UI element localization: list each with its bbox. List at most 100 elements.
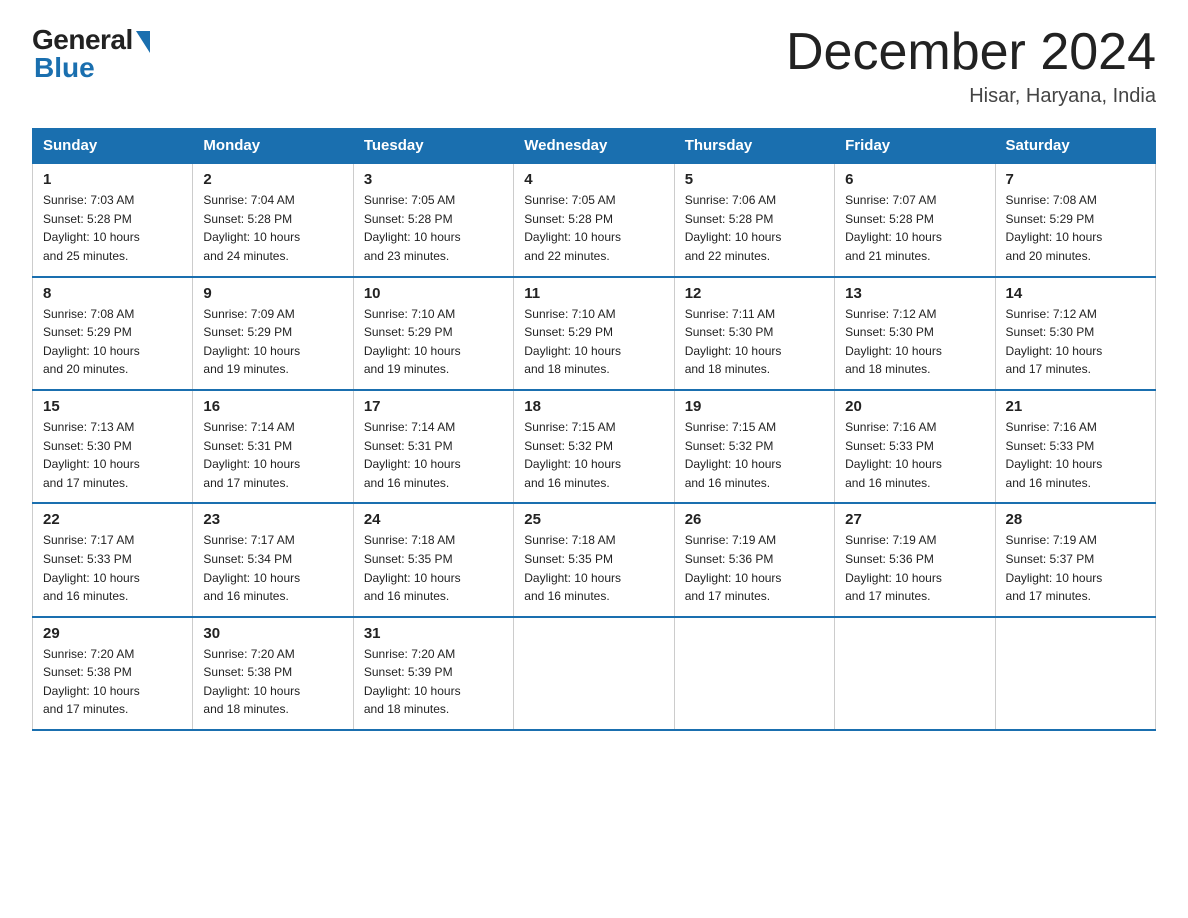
calendar-cell: 3Sunrise: 7:05 AM Sunset: 5:28 PM Daylig… — [353, 163, 513, 276]
column-header-wednesday: Wednesday — [514, 129, 674, 164]
day-number: 25 — [524, 511, 663, 528]
calendar-cell: 11Sunrise: 7:10 AM Sunset: 5:29 PM Dayli… — [514, 277, 674, 390]
calendar-cell: 7 Sunrise: 7:08 AM Sunset: 5:29 PM Daylig… — [995, 163, 1155, 276]
day-number: 11 — [524, 285, 663, 302]
calendar-cell: 26 Sunrise: 7:19 AM Sunset: 5:36 PM Dayli… — [674, 503, 834, 616]
column-header-tuesday: Tuesday — [353, 129, 513, 164]
day-number: 15 — [43, 398, 182, 415]
month-title: December 2024 — [786, 24, 1156, 81]
calendar-cell — [674, 617, 834, 730]
calendar-cell — [995, 617, 1155, 730]
calendar-cell: 22 Sunrise: 7:17 AM Sunset: 5:33 PM Dayli… — [33, 503, 193, 616]
day-info: Sunrise: 7:06 AM Sunset: 5:28 PM Dayligh… — [685, 191, 824, 265]
calendar-cell: 31 Sunrise: 7:20 AM Sunset: 5:39 PM Dayli… — [353, 617, 513, 730]
day-info: Sunrise: 7:20 AM Sunset: 5:39 PM Dayligh… — [364, 645, 503, 719]
column-header-friday: Friday — [835, 129, 995, 164]
day-number: 2 — [203, 171, 342, 188]
day-number: 4 — [524, 171, 663, 188]
day-info: Sunrise: 7:18 AM Sunset: 5:35 PM Dayligh… — [364, 531, 503, 605]
day-number: 5 — [685, 171, 824, 188]
day-info: Sunrise: 7:12 AM Sunset: 5:30 PM Dayligh… — [845, 305, 984, 379]
logo-arrow-icon — [136, 31, 150, 53]
day-number: 19 — [685, 398, 824, 415]
calendar-cell: 5 Sunrise: 7:06 AM Sunset: 5:28 PM Daylig… — [674, 163, 834, 276]
day-number: 22 — [43, 511, 182, 528]
calendar-cell: 8Sunrise: 7:08 AM Sunset: 5:29 PM Daylig… — [33, 277, 193, 390]
day-number: 16 — [203, 398, 342, 415]
calendar-cell: 21Sunrise: 7:16 AM Sunset: 5:33 PM Dayli… — [995, 390, 1155, 503]
location-text: Hisar, Haryana, India — [786, 85, 1156, 108]
day-number: 9 — [203, 285, 342, 302]
day-number: 28 — [1006, 511, 1145, 528]
title-block: December 2024 Hisar, Haryana, India — [786, 24, 1156, 108]
day-number: 23 — [203, 511, 342, 528]
day-number: 6 — [845, 171, 984, 188]
calendar-cell: 12Sunrise: 7:11 AM Sunset: 5:30 PM Dayli… — [674, 277, 834, 390]
logo-blue-text: Blue — [32, 52, 95, 84]
day-info: Sunrise: 7:19 AM Sunset: 5:37 PM Dayligh… — [1006, 531, 1145, 605]
calendar-cell: 18 Sunrise: 7:15 AM Sunset: 5:32 PM Dayli… — [514, 390, 674, 503]
column-header-sunday: Sunday — [33, 129, 193, 164]
calendar-table: SundayMondayTuesdayWednesdayThursdayFrid… — [32, 128, 1156, 731]
day-info: Sunrise: 7:04 AM Sunset: 5:28 PM Dayligh… — [203, 191, 342, 265]
day-info: Sunrise: 7:20 AM Sunset: 5:38 PM Dayligh… — [203, 645, 342, 719]
day-number: 27 — [845, 511, 984, 528]
calendar-cell: 16 Sunrise: 7:14 AM Sunset: 5:31 PM Dayli… — [193, 390, 353, 503]
day-number: 24 — [364, 511, 503, 528]
calendar-cell: 29Sunrise: 7:20 AM Sunset: 5:38 PM Dayli… — [33, 617, 193, 730]
day-number: 8 — [43, 285, 182, 302]
calendar-cell: 30Sunrise: 7:20 AM Sunset: 5:38 PM Dayli… — [193, 617, 353, 730]
calendar-cell: 9 Sunrise: 7:09 AM Sunset: 5:29 PM Daylig… — [193, 277, 353, 390]
calendar-week-row: 22 Sunrise: 7:17 AM Sunset: 5:33 PM Dayli… — [33, 503, 1156, 616]
day-number: 31 — [364, 625, 503, 642]
day-info: Sunrise: 7:10 AM Sunset: 5:29 PM Dayligh… — [364, 305, 503, 379]
day-info: Sunrise: 7:19 AM Sunset: 5:36 PM Dayligh… — [845, 531, 984, 605]
day-info: Sunrise: 7:15 AM Sunset: 5:32 PM Dayligh… — [524, 418, 663, 492]
column-header-monday: Monday — [193, 129, 353, 164]
calendar-cell: 20 Sunrise: 7:16 AM Sunset: 5:33 PM Dayli… — [835, 390, 995, 503]
calendar-week-row: 15 Sunrise: 7:13 AM Sunset: 5:30 PM Dayli… — [33, 390, 1156, 503]
day-number: 7 — [1006, 171, 1145, 188]
calendar-cell: 15 Sunrise: 7:13 AM Sunset: 5:30 PM Dayli… — [33, 390, 193, 503]
calendar-cell: 24 Sunrise: 7:18 AM Sunset: 5:35 PM Dayli… — [353, 503, 513, 616]
day-info: Sunrise: 7:14 AM Sunset: 5:31 PM Dayligh… — [364, 418, 503, 492]
calendar-cell — [835, 617, 995, 730]
day-info: Sunrise: 7:05 AM Sunset: 5:28 PM Dayligh… — [524, 191, 663, 265]
day-number: 14 — [1006, 285, 1145, 302]
calendar-cell: 4 Sunrise: 7:05 AM Sunset: 5:28 PM Daylig… — [514, 163, 674, 276]
calendar-cell: 14Sunrise: 7:12 AM Sunset: 5:30 PM Dayli… — [995, 277, 1155, 390]
day-info: Sunrise: 7:09 AM Sunset: 5:29 PM Dayligh… — [203, 305, 342, 379]
day-number: 20 — [845, 398, 984, 415]
day-info: Sunrise: 7:17 AM Sunset: 5:33 PM Dayligh… — [43, 531, 182, 605]
calendar-week-row: 1Sunrise: 7:03 AM Sunset: 5:28 PM Daylig… — [33, 163, 1156, 276]
calendar-cell: 23Sunrise: 7:17 AM Sunset: 5:34 PM Dayli… — [193, 503, 353, 616]
day-number: 18 — [524, 398, 663, 415]
calendar-cell: 6 Sunrise: 7:07 AM Sunset: 5:28 PM Daylig… — [835, 163, 995, 276]
calendar-cell: 2 Sunrise: 7:04 AM Sunset: 5:28 PM Daylig… — [193, 163, 353, 276]
day-number: 13 — [845, 285, 984, 302]
day-info: Sunrise: 7:16 AM Sunset: 5:33 PM Dayligh… — [845, 418, 984, 492]
day-info: Sunrise: 7:03 AM Sunset: 5:28 PM Dayligh… — [43, 191, 182, 265]
calendar-cell: 17 Sunrise: 7:14 AM Sunset: 5:31 PM Dayli… — [353, 390, 513, 503]
day-number: 26 — [685, 511, 824, 528]
day-number: 10 — [364, 285, 503, 302]
calendar-cell: 19Sunrise: 7:15 AM Sunset: 5:32 PM Dayli… — [674, 390, 834, 503]
calendar-cell: 13 Sunrise: 7:12 AM Sunset: 5:30 PM Dayli… — [835, 277, 995, 390]
calendar-cell: 25 Sunrise: 7:18 AM Sunset: 5:35 PM Dayli… — [514, 503, 674, 616]
calendar-cell: 10 Sunrise: 7:10 AM Sunset: 5:29 PM Dayli… — [353, 277, 513, 390]
day-number: 17 — [364, 398, 503, 415]
day-info: Sunrise: 7:19 AM Sunset: 5:36 PM Dayligh… — [685, 531, 824, 605]
day-info: Sunrise: 7:14 AM Sunset: 5:31 PM Dayligh… — [203, 418, 342, 492]
day-info: Sunrise: 7:20 AM Sunset: 5:38 PM Dayligh… — [43, 645, 182, 719]
day-info: Sunrise: 7:08 AM Sunset: 5:29 PM Dayligh… — [1006, 191, 1145, 265]
day-number: 12 — [685, 285, 824, 302]
day-info: Sunrise: 7:13 AM Sunset: 5:30 PM Dayligh… — [43, 418, 182, 492]
calendar-week-row: 8Sunrise: 7:08 AM Sunset: 5:29 PM Daylig… — [33, 277, 1156, 390]
calendar-header-row: SundayMondayTuesdayWednesdayThursdayFrid… — [33, 129, 1156, 164]
day-info: Sunrise: 7:07 AM Sunset: 5:28 PM Dayligh… — [845, 191, 984, 265]
page-header: General Blue December 2024 Hisar, Haryan… — [32, 24, 1156, 108]
calendar-cell — [514, 617, 674, 730]
day-info: Sunrise: 7:18 AM Sunset: 5:35 PM Dayligh… — [524, 531, 663, 605]
calendar-cell: 28 Sunrise: 7:19 AM Sunset: 5:37 PM Dayli… — [995, 503, 1155, 616]
day-info: Sunrise: 7:16 AM Sunset: 5:33 PM Dayligh… — [1006, 418, 1145, 492]
